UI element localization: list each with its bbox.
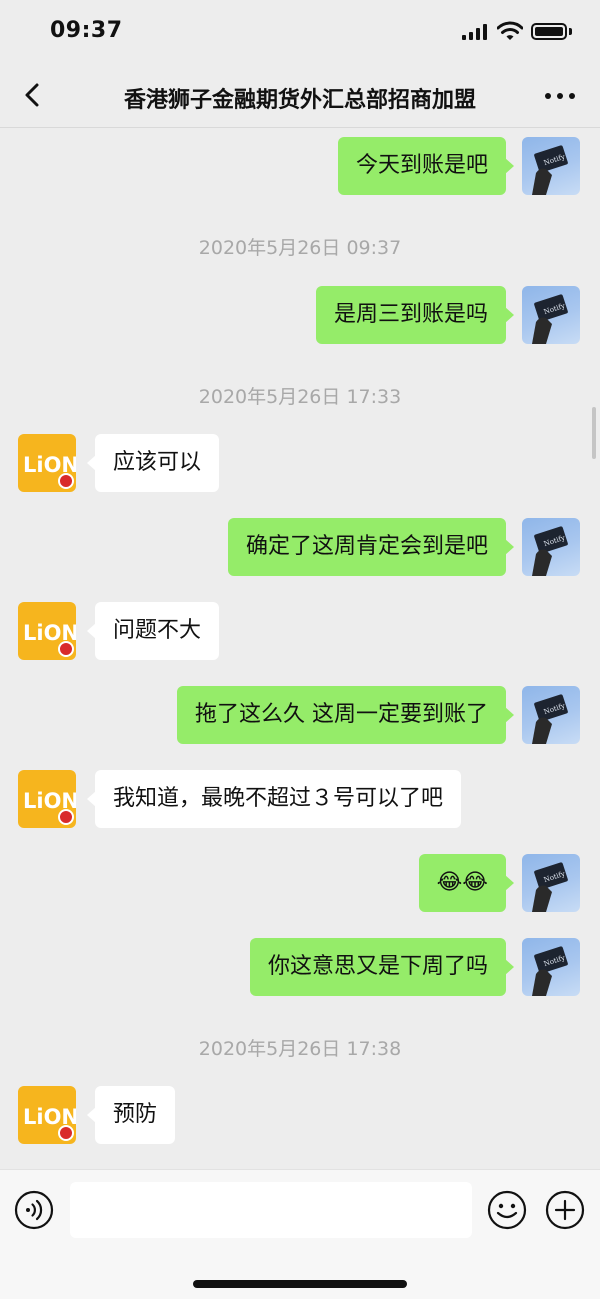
hand-card-image: Notify: [532, 694, 568, 744]
emoji-icon[interactable]: [487, 1190, 527, 1230]
lion-logo-icon: LiON: [23, 621, 76, 657]
status-time: 09:37: [50, 18, 123, 43]
message-bubble-sent[interactable]: 确定了这周肯定会到是吧: [227, 518, 515, 576]
hand-card-image: Notify: [532, 294, 568, 344]
lion-logo-icon: LiON: [23, 1105, 76, 1141]
self-avatar[interactable]: Notify: [522, 686, 580, 744]
scrollbar[interactable]: [592, 407, 596, 459]
message-bubble-sent[interactable]: 😂😂: [418, 854, 515, 912]
wifi-icon: [497, 21, 523, 40]
back-chevron-icon[interactable]: [18, 80, 48, 110]
contact-avatar[interactable]: LiON: [18, 602, 76, 660]
message-bubble-received[interactable]: 我知道，最晚不超过３号可以了吧: [86, 770, 462, 828]
hand-card-image: Notify: [532, 946, 568, 996]
self-avatar[interactable]: Notify: [522, 938, 580, 996]
message-bubble-received[interactable]: 问题不大: [86, 602, 220, 660]
more-options-icon[interactable]: [540, 84, 580, 108]
chat-title: 香港狮子金融期货外汇总部招商加盟: [123, 88, 476, 113]
message-bubble-sent[interactable]: 你这意思又是下周了吗: [249, 938, 515, 996]
self-avatar[interactable]: Notify: [522, 854, 580, 912]
message-bubble-sent[interactable]: 今天到账是吧: [337, 137, 515, 195]
chat-header: 香港狮子金融期货外汇总部招商加盟: [0, 62, 600, 128]
contact-avatar[interactable]: LiON: [18, 1086, 76, 1144]
plus-icon[interactable]: [545, 1190, 585, 1230]
timestamp: 2020年5月26日 17:33: [198, 386, 402, 408]
message-bubble-sent[interactable]: 是周三到账是吗: [315, 286, 515, 344]
timestamp: 2020年5月26日 09:37: [198, 237, 402, 259]
contact-avatar[interactable]: LiON: [18, 770, 76, 828]
timestamp: 2020年5月26日 17:38: [198, 1038, 402, 1060]
battery-tip: [569, 28, 572, 35]
message-bubble-received[interactable]: 预防: [86, 1086, 176, 1144]
home-indicator[interactable]: [193, 1280, 407, 1288]
self-avatar[interactable]: Notify: [522, 137, 580, 195]
contact-avatar[interactable]: LiON: [18, 434, 76, 492]
lion-logo-icon: LiON: [23, 789, 76, 825]
message-bubble-received[interactable]: 应该可以: [86, 434, 220, 492]
self-avatar[interactable]: Notify: [522, 518, 580, 576]
message-list[interactable]: 今天到账是吧 Notify 2020年5月26日 09:37 是周三到账是吗 N…: [0, 129, 600, 1169]
lion-logo-icon: LiON: [23, 453, 76, 489]
voice-input-icon[interactable]: [14, 1190, 54, 1230]
status-bar: 09:37: [0, 0, 600, 62]
battery-icon: [531, 23, 567, 40]
cellular-signal-icon: [462, 24, 488, 40]
hand-card-image: Notify: [532, 145, 568, 195]
message-bubble-sent[interactable]: 拖了这么久 这周一定要到账了: [177, 686, 514, 744]
hand-card-image: Notify: [532, 862, 568, 912]
message-input[interactable]: [70, 1182, 472, 1238]
message-composer: [0, 1169, 600, 1299]
hand-card-image: Notify: [532, 526, 568, 576]
self-avatar[interactable]: Notify: [522, 286, 580, 344]
